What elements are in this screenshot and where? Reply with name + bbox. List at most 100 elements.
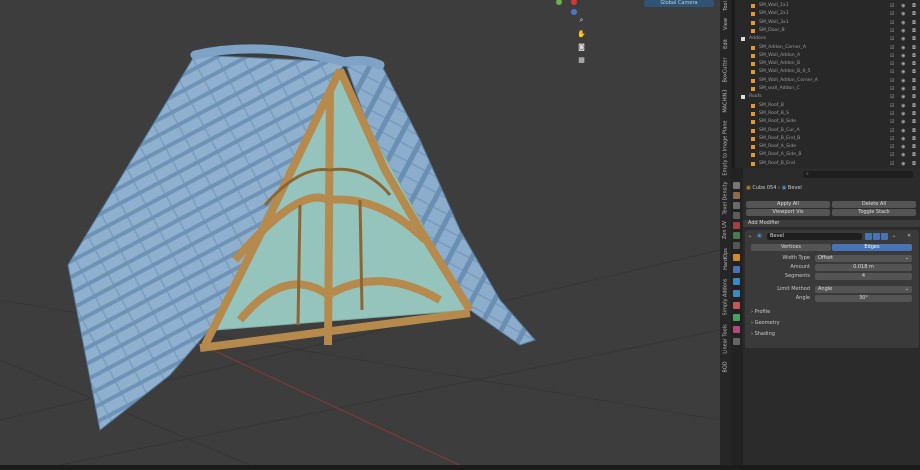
outliner-object-row[interactable]: SM_Roof_A_Side_B ☑ ◉ ◘ [735,151,920,159]
checkbox-icon[interactable]: ☑ [890,60,894,68]
delete-all-button[interactable]: Delete All [832,201,916,208]
checkbox-icon[interactable]: ☑ [890,35,894,43]
eye-icon[interactable]: ◉ [901,135,905,143]
camera-icon[interactable]: ◘ [912,77,916,85]
tab-linear-tools[interactable]: Linear Tools [721,322,730,356]
material-icon[interactable] [733,326,740,333]
eye-icon[interactable]: ◉ [901,10,905,18]
width-type-select[interactable]: Offset ⌄ [815,255,912,262]
camera-icon[interactable]: ◘ [912,60,916,68]
texture-icon[interactable] [733,338,740,345]
outliner-object-row[interactable]: SM_Roof_A_Side ☑ ◉ ◘ [735,143,920,151]
eye-icon[interactable]: ◉ [901,60,905,68]
checkbox-icon[interactable]: ☑ [890,135,894,143]
outliner-object-row[interactable]: SM_Wall_Addon_A ☑ ◉ ◘ [735,52,920,60]
checkbox-icon[interactable]: ☑ [890,27,894,35]
eye-icon[interactable]: ◉ [901,127,905,135]
view-layer-icon[interactable] [733,212,740,219]
checkbox-icon[interactable]: ☑ [890,85,894,93]
outliner[interactable]: SM_Wall_1x1 ☑ ◉ ◘ SM_Wall_2x1 ☑ ◉ ◘ SM_Wall_3x1 ☑… [735,0,920,168]
tab-texel-density[interactable]: Texel Density [721,181,730,215]
outliner-object-row[interactable]: SM_Roof_B_Side ☑ ◉ ◘ [735,118,920,126]
render-toggle-icon[interactable] [881,233,888,240]
camera-icon[interactable]: ◘ [912,160,916,168]
outliner-object-row[interactable]: SM_Wall_3x1 ☑ ◉ ◘ [735,19,920,27]
tab-tool[interactable]: Tool [721,0,730,12]
outliner-object-row[interactable]: SM_Roof_B_S ☑ ◉ ◘ [735,110,920,118]
outliner-object-row[interactable]: SM_Wall_2x1 ☑ ◉ ◘ [735,10,920,18]
particles-icon[interactable] [733,278,740,285]
tab-view[interactable]: View [721,16,730,32]
tab-boxcutter[interactable]: BoxCutter [721,57,730,83]
eye-icon[interactable]: ◉ [901,160,905,168]
camera-icon[interactable]: ◘ [912,27,916,35]
checkbox-icon[interactable]: ☑ [890,160,894,168]
checkbox-icon[interactable]: ☑ [890,127,894,135]
camera-icon[interactable]: ◘ [912,102,916,110]
eye-icon[interactable]: ◉ [901,102,905,110]
viewport-vis-button[interactable]: Viewport Vis [746,209,830,216]
gizmo-y-dot[interactable] [556,0,562,5]
camera-icon[interactable]: ◙ [577,42,586,51]
camera-icon[interactable]: ◘ [912,2,916,10]
amount-field[interactable]: 0.018 m [815,264,912,271]
checkbox-icon[interactable]: ☑ [890,44,894,52]
camera-icon[interactable]: ◘ [912,118,916,126]
viewport-toggle-icon[interactable] [873,233,880,240]
limit-method-select[interactable]: Angle ⌄ [815,286,912,293]
modifier-wrench-icon[interactable] [733,266,740,273]
eye-icon[interactable]: ◉ [901,44,905,52]
outliner-object-row[interactable]: SM_Roof_B ☑ ◉ ◘ [735,102,920,110]
checkbox-icon[interactable]: ☑ [890,118,894,126]
close-icon[interactable]: ✕ [907,233,911,240]
section-geometry[interactable]: › Geometry [751,320,780,327]
tool-icon[interactable] [733,182,740,189]
camera-icon[interactable]: ◘ [912,143,916,151]
outliner-object-row[interactable]: SM_wall_Addon_C ☑ ◉ ◘ [735,85,920,93]
eye-icon[interactable]: ◉ [901,110,905,118]
data-icon[interactable] [733,314,740,321]
eye-icon[interactable]: ◉ [901,68,905,76]
outliner-object-row[interactable]: SM_Wall_1x1 ☑ ◉ ◘ [735,2,920,10]
modifier-name-field[interactable]: Bevel [767,233,862,240]
angle-field[interactable]: 30° [815,295,912,302]
outliner-object-row[interactable]: SM_Wall_Addon_B ☑ ◉ ◘ [735,60,920,68]
output-icon[interactable] [733,202,740,209]
apply-all-button[interactable]: Apply All [746,201,830,208]
checkbox-icon[interactable]: ☑ [890,151,894,159]
tab-machin3[interactable]: MACHIN3 [721,88,730,114]
checkbox-icon[interactable]: ☑ [890,102,894,110]
constraints-icon[interactable] [733,302,740,309]
eye-icon[interactable]: ◉ [901,19,905,27]
eye-icon[interactable]: ◉ [901,77,905,85]
gizmo-x-dot[interactable] [571,0,577,5]
outliner-object-row[interactable]: SM_Door_B ☑ ◉ ◘ [735,27,920,35]
eye-icon[interactable]: ◉ [901,2,905,10]
tab-zen-uv[interactable]: Zen UV [721,220,730,240]
collapse-chevron-icon[interactable]: ⌄ [748,233,752,240]
tab-simply-addons[interactable]: Simply Addons [721,278,730,316]
outliner-object-row[interactable]: SM_Roof_B_Cur_A ☑ ◉ ◘ [735,127,920,135]
tab-hardops[interactable]: HardOps [721,246,730,272]
checkbox-icon[interactable]: ☑ [890,68,894,76]
tab-vertices[interactable]: Vertices [751,244,831,251]
tab-bqd[interactable]: BQD [721,360,730,374]
outliner-collection-row[interactable]: Roofs ☑ ◉ ◘ [735,93,920,101]
eye-icon[interactable]: ◉ [901,93,905,101]
scene-icon[interactable] [733,222,740,229]
edit-mode-toggle-icon[interactable] [865,233,872,240]
render-icon[interactable] [733,192,740,199]
viewport-header-button[interactable]: Global Camera [644,0,714,7]
camera-icon[interactable]: ◘ [912,85,916,93]
camera-icon[interactable]: ◘ [912,93,916,101]
checkbox-icon[interactable]: ☑ [890,19,894,27]
camera-icon[interactable]: ◘ [912,127,916,135]
world-icon[interactable] [733,232,740,239]
toggle-stack-button[interactable]: Toggle Stack [832,209,916,216]
hand-pan-icon[interactable]: ✋ [577,29,586,38]
outliner-object-row[interactable]: SM_Wall_Addon_B_0_5 ☑ ◉ ◘ [735,68,920,76]
camera-icon[interactable]: ◘ [912,52,916,60]
eye-icon[interactable]: ◉ [901,118,905,126]
collection-icon[interactable] [733,242,740,249]
camera-icon[interactable]: ◘ [912,110,916,118]
